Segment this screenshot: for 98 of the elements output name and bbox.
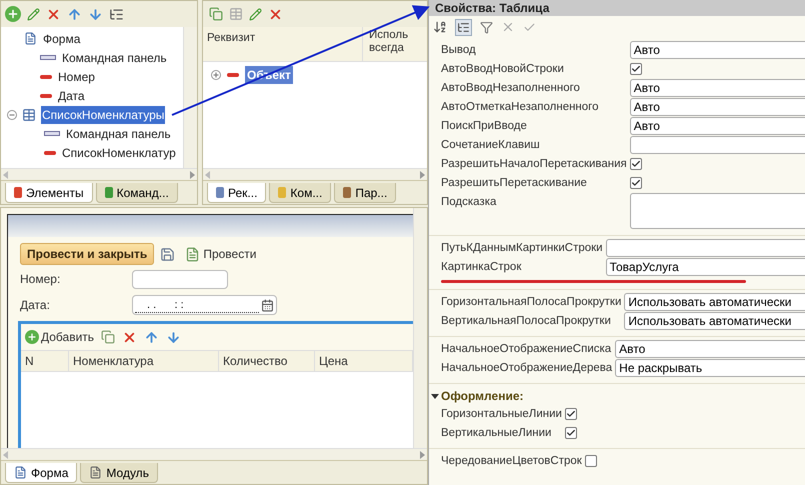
field-label: Номер:	[20, 271, 62, 288]
property-select[interactable]: Использовать автоматически	[624, 312, 805, 330]
post-document-icon	[185, 246, 200, 262]
add-icon[interactable]	[5, 6, 21, 22]
property-label: ПутьКДаннымКартинкиСтроки	[441, 241, 604, 256]
property-label: НачальноеОтображениеДерева	[441, 361, 614, 376]
property-input[interactable]	[606, 239, 805, 257]
property-label: Подсказка	[441, 195, 498, 210]
field-icon	[40, 74, 52, 78]
grid-icon[interactable]	[229, 7, 243, 21]
horizontal-scrollbar[interactable]	[1, 448, 427, 460]
command-bar-icon	[40, 55, 56, 60]
clear-icon[interactable]	[501, 20, 515, 34]
property-label: ЧередованиеЦветовСтрок	[441, 454, 583, 469]
tree-item[interactable]: СписокНоменклатуры	[41, 106, 166, 124]
move-up-icon[interactable]	[67, 6, 82, 22]
vertical-scrollbar[interactable]	[183, 27, 197, 168]
form-icon	[24, 32, 37, 45]
checkbox[interactable]	[584, 455, 597, 467]
checkbox[interactable]	[630, 63, 642, 75]
field-icon	[40, 94, 52, 98]
number-input[interactable]	[132, 270, 228, 288]
tree-item[interactable]: Номер	[57, 68, 96, 86]
property-select[interactable]: Использовать автоматически	[624, 293, 805, 311]
checkbox[interactable]	[564, 408, 577, 420]
tree-item[interactable]: Командная панель	[61, 48, 168, 66]
move-up-icon[interactable]	[144, 330, 160, 344]
column-header[interactable]: Исполь всегда	[363, 27, 427, 61]
property-label: ВертикальныеЛинии	[441, 426, 552, 441]
column-header[interactable]: Реквизит	[203, 27, 363, 61]
field-label: Дата:	[20, 297, 51, 314]
form-icon	[14, 466, 27, 479]
post-button[interactable]: Провести	[185, 245, 256, 263]
add-button[interactable]: Добавить	[25, 328, 94, 346]
document-icon	[89, 466, 102, 479]
list-icon[interactable]	[109, 6, 124, 22]
column-header[interactable]: Количество	[219, 351, 315, 371]
property-select[interactable]: ТоварУслуга	[606, 258, 805, 276]
panel-tab[interactable]: Форма	[5, 463, 78, 483]
horizontal-scrollbar[interactable]	[203, 168, 427, 180]
vertical-scrollbar[interactable]	[413, 208, 427, 448]
table-icon	[22, 108, 36, 122]
property-label: ГоризонтальныеЛинии	[441, 407, 563, 422]
date-input[interactable]: . . : :	[132, 295, 277, 315]
move-down-icon[interactable]	[88, 6, 103, 22]
property-select[interactable]: Авто	[630, 79, 805, 97]
edit-icon[interactable]	[249, 8, 262, 20]
post-and-close-button[interactable]: Провести и закрыть	[20, 243, 154, 265]
filter-icon[interactable]	[480, 20, 493, 34]
edit-icon[interactable]	[27, 8, 40, 20]
property-select[interactable]: Авто	[630, 117, 805, 135]
properties-title: Свойства: Таблица	[429, 0, 805, 16]
property-select[interactable]: Авто	[630, 41, 805, 59]
panel-tab[interactable]: Рек...	[207, 183, 266, 203]
panel-tab[interactable]: Модуль	[80, 463, 158, 483]
panel-tab[interactable]: Команд...	[96, 183, 178, 203]
command-bar-icon	[44, 131, 60, 136]
collapse-icon[interactable]	[431, 394, 439, 398]
panel-tab[interactable]: Пар...	[334, 183, 396, 203]
property-select[interactable]: Авто	[630, 98, 805, 116]
property-label: НачальноеОтображениеСписка	[441, 342, 612, 357]
property-label: ВертикальнаяПолосаПрокрутки	[441, 314, 612, 329]
tree-item[interactable]: Форма	[42, 30, 82, 48]
property-label: РазрешитьПеретаскивание	[441, 176, 588, 191]
property-select[interactable]: Не раскрывать	[615, 359, 805, 377]
calendar-icon[interactable]	[261, 298, 274, 312]
checkbox[interactable]	[630, 158, 642, 170]
checkbox[interactable]	[630, 177, 642, 189]
copy-icon[interactable]	[101, 330, 116, 344]
field-icon	[44, 150, 56, 154]
property-label: КартинкаСтрок	[441, 260, 522, 275]
save-icon[interactable]	[160, 246, 176, 262]
column-header[interactable]: N	[21, 351, 69, 371]
panel-tab[interactable]: Ком...	[269, 183, 332, 203]
add-icon	[25, 330, 39, 344]
property-label: ГоризонтальнаяПолосаПрокрутки	[441, 295, 622, 310]
sort-icon[interactable]	[433, 20, 447, 34]
property-label: СочетаниеКлавиш	[441, 138, 541, 153]
property-label: АвтоВводНовойСтроки	[441, 62, 565, 77]
expand-icon[interactable]	[211, 70, 221, 80]
tree-item[interactable]: СписокНоменклатур	[61, 144, 177, 162]
horizontal-scrollbar[interactable]	[1, 168, 197, 180]
property-select[interactable]: Авто	[615, 340, 805, 358]
check-icon[interactable]	[523, 20, 536, 34]
property-label: Вывод	[441, 43, 477, 58]
tree-item[interactable]: Командная панель	[65, 124, 172, 142]
property-input[interactable]	[630, 136, 805, 154]
move-down-icon[interactable]	[166, 330, 182, 344]
property-label: ПоискПриВводе	[441, 119, 528, 134]
checkbox[interactable]	[564, 427, 577, 439]
property-label: АвтоОтметкаНезаполненного	[441, 100, 600, 115]
property-label: РазрешитьНачалоПеретаскивания	[441, 157, 628, 172]
field-icon	[227, 73, 239, 77]
group-title: Оформление:	[441, 388, 524, 405]
column-header[interactable]: Номенклатура	[69, 351, 219, 371]
panel-tab[interactable]: Элементы	[5, 183, 93, 203]
property-label: АвтоВводНезаполненного	[441, 81, 581, 96]
tree-item[interactable]: Дата	[57, 86, 86, 104]
